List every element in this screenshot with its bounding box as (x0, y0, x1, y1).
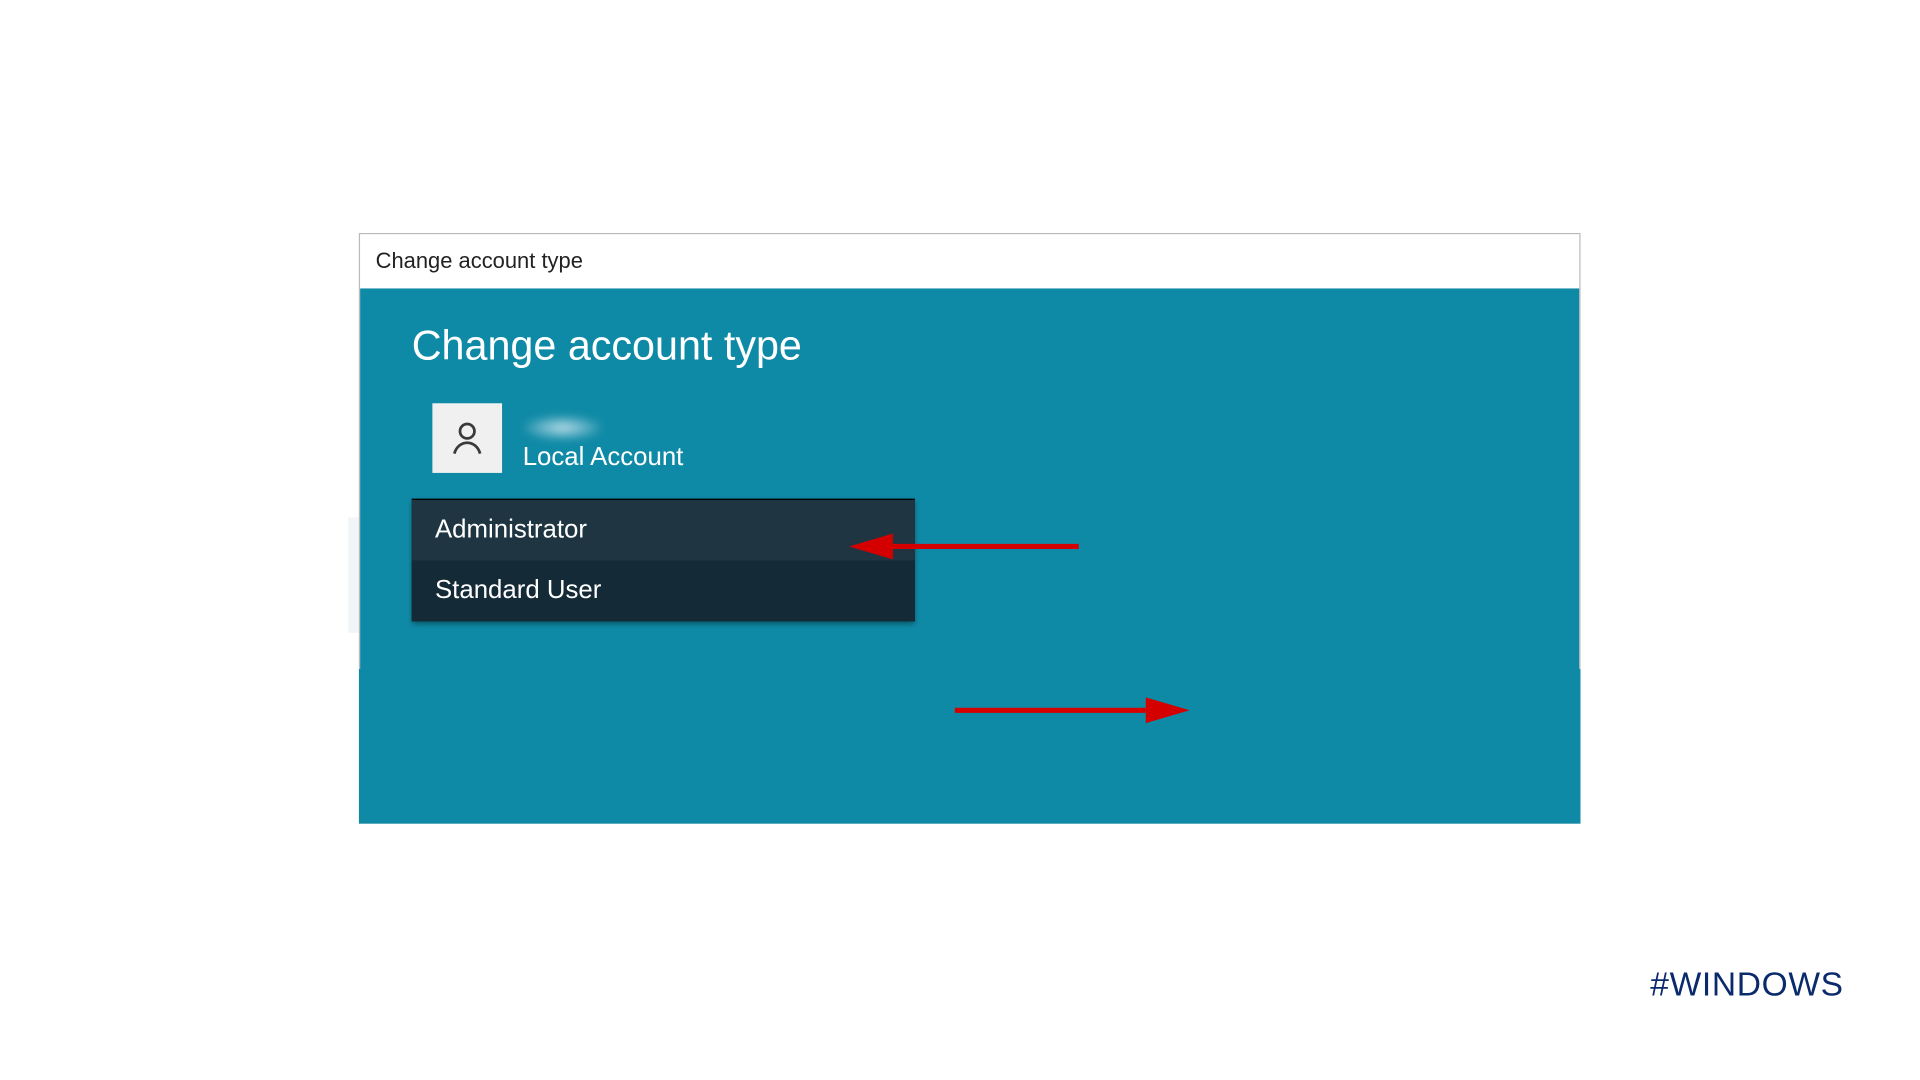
account-meta: Local Account (523, 415, 684, 473)
hashtag-label: #WINDOWS (1650, 964, 1843, 1004)
dropdown-option-administrator[interactable]: Administrator (412, 500, 915, 561)
account-type-label: Local Account (523, 443, 684, 473)
username-blurred (523, 415, 603, 441)
dialog-heading: Change account type (412, 322, 1528, 370)
titlebar: Change account type (360, 234, 1579, 288)
dropdown-option-standard-user[interactable]: Standard User (412, 561, 915, 622)
reflection-decoration: OK Cancel (359, 669, 1581, 824)
account-type-dropdown[interactable]: Administrator Standard User (412, 499, 915, 622)
reflection-fade (359, 824, 1581, 979)
account-info: Local Account (432, 403, 1527, 473)
user-avatar-icon (432, 403, 502, 473)
titlebar-text: Change account type (376, 248, 583, 274)
